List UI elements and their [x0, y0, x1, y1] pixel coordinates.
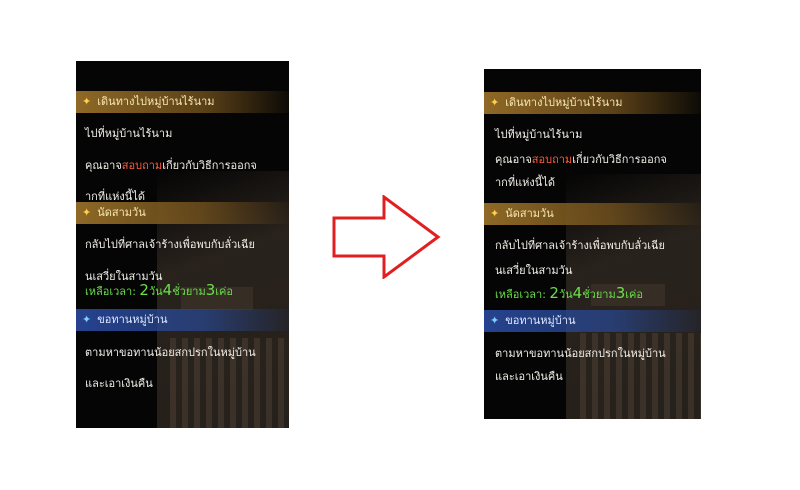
- quest-description: คุณอาจสอบถามเกี่ยวกับวิธีการออกจ: [85, 159, 257, 172]
- right-arrow-icon: [332, 195, 441, 279]
- quest-header-three-days[interactable]: ✦ นัดสามวัน: [76, 202, 289, 224]
- quest-panel-before: ✦ เดินทางไปหมู่บ้านไร้นาม ไปที่หมู่บ้านไร…: [76, 61, 289, 428]
- quest-description-cont: ากที่แห่งนี้ได้: [495, 176, 555, 189]
- quest-line: ไปที่หมู่บ้านไร้นาม: [495, 128, 583, 141]
- quest-description: คุณอาจสอบถามเกี่ยวกับวิธีการออกจ: [495, 153, 667, 166]
- quest-header-beggar[interactable]: ✦ ขอทานหมู่บ้าน: [484, 310, 701, 332]
- quest-header-travel[interactable]: ✦ เดินทางไปหมู่บ้านไร้นาม: [484, 92, 701, 114]
- quest-header-travel[interactable]: ✦ เดินทางไปหมู่บ้านไร้นาม: [76, 91, 289, 113]
- ask-link[interactable]: สอบถาม: [532, 153, 572, 166]
- quest-timer: เหลือเวลา: 2วัน4ชั่วยาม3เค่อ: [495, 284, 644, 302]
- quest-line: ตามหาขอทานน้อยสกปรกในหมู่บ้าน: [495, 347, 666, 360]
- quest-line: และเอาเงินคืน: [85, 377, 153, 390]
- quest-line: กลับไปที่ศาลเจ้าร้างเพื่อพบกับลั่วเฉีย: [85, 238, 255, 251]
- quest-line: กลับไปที่ศาลเจ้าร้างเพื่อพบกับลั่วเฉีย: [495, 239, 665, 252]
- diamond-icon: ✦: [490, 314, 500, 327]
- quest-panel-after: ✦ เดินทางไปหมู่บ้านไร้นาม ไปที่หมู่บ้านไร…: [484, 69, 701, 419]
- quest-line: และเอาเงินคืน: [495, 370, 563, 383]
- quest-line: ตามหาขอทานน้อยสกปรกในหมู่บ้าน: [85, 346, 256, 359]
- quest-header-three-days[interactable]: ✦ นัดสามวัน: [484, 203, 701, 225]
- quest-line: นเสวี่ยในสามวัน: [495, 264, 573, 277]
- quest-line: ไปที่หมู่บ้านไร้นาม: [85, 127, 173, 140]
- diamond-icon: ✦: [82, 95, 92, 108]
- diamond-icon: ✦: [490, 207, 500, 220]
- diamond-icon: ✦: [82, 313, 92, 326]
- ask-link[interactable]: สอบถาม: [122, 159, 162, 172]
- diamond-icon: ✦: [82, 206, 92, 219]
- diamond-icon: ✦: [490, 96, 500, 109]
- quest-header-beggar[interactable]: ✦ ขอทานหมู่บ้าน: [76, 309, 289, 331]
- quest-timer: เหลือเวลา: 2วัน4ชั่วยาม3เค่อ: [85, 281, 234, 299]
